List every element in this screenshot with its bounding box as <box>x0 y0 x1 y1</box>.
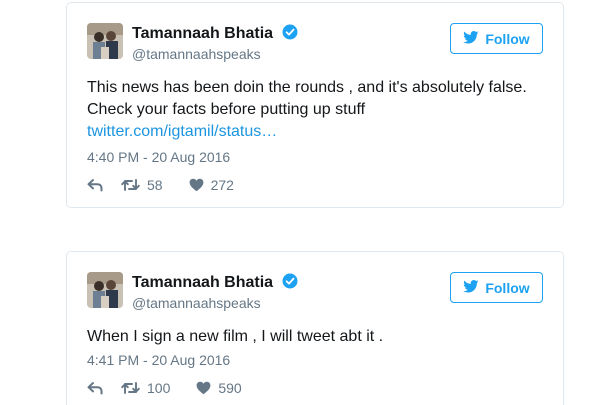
author-name-text[interactable]: Tamannaah Bhatia <box>132 274 273 291</box>
reply-icon <box>87 381 103 395</box>
verified-badge-icon <box>282 273 298 294</box>
follow-button-label[interactable]: Follow <box>485 280 529 296</box>
embedded-tweet-2: Tamannaah Bhatia @tamannaahspeaks Follow… <box>66 251 564 405</box>
like-count: 590 <box>218 380 242 396</box>
retweet-icon <box>121 178 140 192</box>
author-handle[interactable]: @tamannaahspeaks <box>132 46 261 62</box>
reply-button[interactable] <box>87 381 103 395</box>
retweet-button[interactable]: 100 <box>121 380 170 396</box>
tweet-text: This news has been doin the rounds , and… <box>87 77 543 143</box>
reply-icon <box>87 178 103 192</box>
retweet-button[interactable]: 58 <box>121 177 163 193</box>
tweet-timestamp[interactable]: 4:41 PM - 20 Aug 2016 <box>87 352 230 368</box>
retweet-count: 100 <box>147 380 171 396</box>
tweet-actions: 58 272 <box>87 177 234 193</box>
tweet-body: When I sign a new film , I will tweet ab… <box>87 328 384 345</box>
author-handle[interactable]: @tamannaahspeaks <box>132 295 261 311</box>
tweet-link[interactable]: twitter.com/igtamil/status… <box>87 121 543 143</box>
heart-icon <box>196 381 211 395</box>
follow-button[interactable]: Follow <box>450 23 543 54</box>
verified-badge-icon <box>282 24 298 45</box>
like-button[interactable]: 272 <box>189 177 234 193</box>
follow-button[interactable]: Follow <box>450 272 543 303</box>
like-count: 272 <box>210 177 234 193</box>
author-name-text[interactable]: Tamannaah Bhatia <box>132 25 273 42</box>
author-name[interactable]: Tamannaah Bhatia <box>132 24 298 45</box>
like-button[interactable]: 590 <box>196 380 242 396</box>
twitter-bird-icon <box>463 279 479 296</box>
embedded-tweet-1: Tamannaah Bhatia @tamannaahspeaks Follow… <box>66 2 564 208</box>
tweet-body: This news has been doin the rounds , and… <box>87 79 527 118</box>
author-name[interactable]: Tamannaah Bhatia <box>132 273 298 294</box>
reply-button[interactable] <box>87 178 103 192</box>
avatar[interactable] <box>87 23 123 59</box>
retweet-count: 58 <box>147 177 163 193</box>
twitter-bird-icon <box>463 30 479 47</box>
follow-button-label[interactable]: Follow <box>485 31 529 47</box>
tweet-text: When I sign a new film , I will tweet ab… <box>87 326 543 348</box>
tweet-screenshot-page: Tamannaah Bhatia @tamannaahspeaks Follow… <box>0 0 597 405</box>
heart-icon <box>189 178 204 192</box>
tweet-timestamp[interactable]: 4:40 PM - 20 Aug 2016 <box>87 149 230 165</box>
tweet-actions: 100 590 <box>87 380 242 396</box>
avatar[interactable] <box>87 272 123 308</box>
retweet-icon <box>121 381 140 395</box>
